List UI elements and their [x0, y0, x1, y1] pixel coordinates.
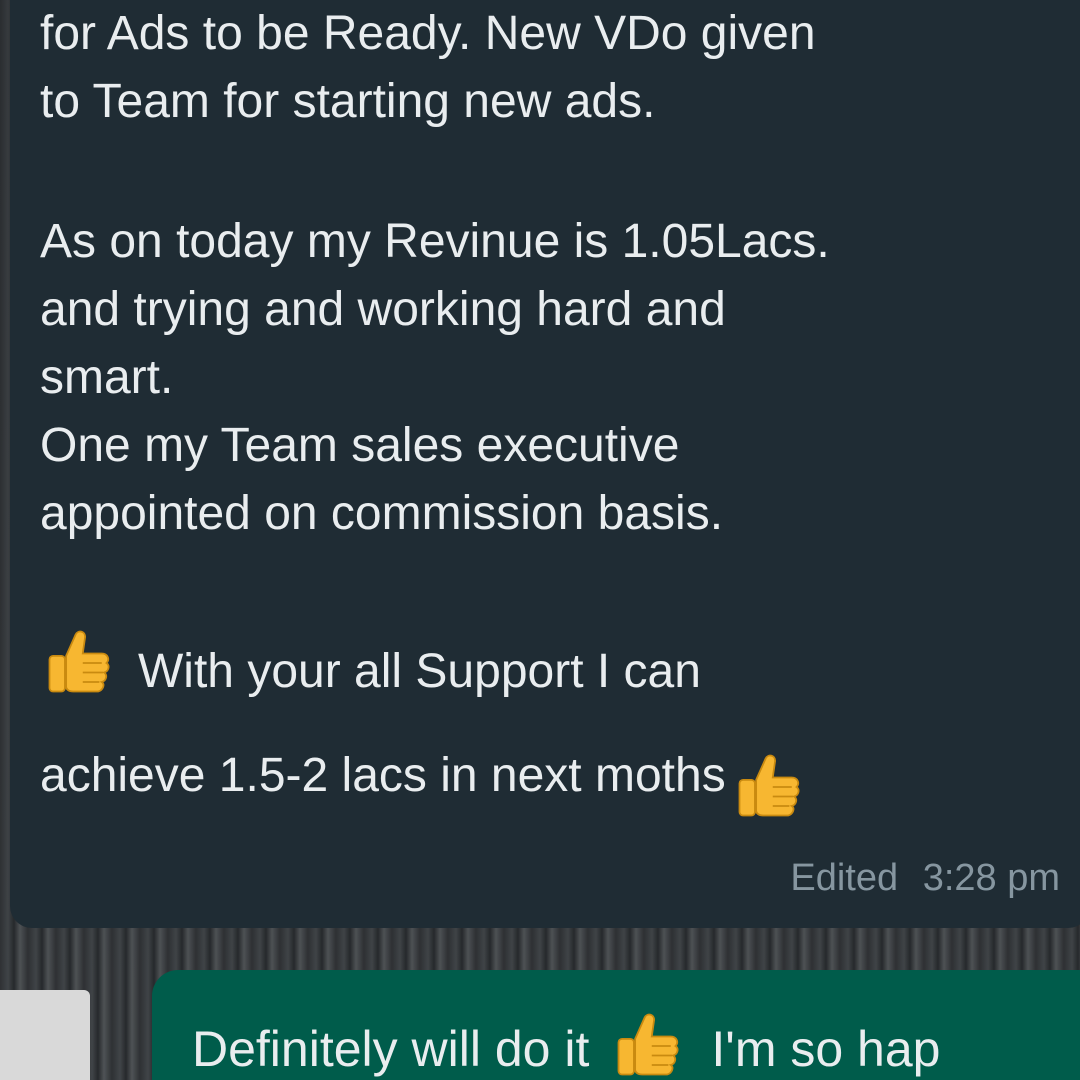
incoming-message-bubble[interactable]: for Ads to be Ready. New VDo given to Te…	[10, 0, 1080, 928]
thumbs-up-icon	[609, 1008, 685, 1080]
thumbs-up-icon	[730, 749, 806, 825]
message-meta: Edited 3:28 pm	[790, 844, 1060, 912]
message-line: As on today my Revinue is 1.05Lacs.	[40, 215, 830, 268]
message-text: I'm so hap	[711, 1021, 941, 1077]
message-line: for Ads to be Ready. New VDo given	[40, 7, 816, 60]
message-line: One my Team sales executive	[40, 419, 680, 472]
message-line: smart.	[40, 351, 174, 404]
message-timestamp: 3:28 pm	[922, 857, 1060, 899]
message-text: Definitely will do it	[192, 1021, 590, 1077]
message-line-with-emoji: achieve 1.5-2 lacs in next moths	[40, 724, 1060, 828]
message-line: to Team for starting new ads.	[40, 75, 656, 128]
message-line: achieve 1.5-2 lacs in next moths	[40, 749, 726, 802]
edited-label: Edited	[790, 857, 899, 899]
wallpaper-paper-fragment	[0, 990, 90, 1080]
thumbs-up-icon	[40, 625, 116, 701]
message-line: With your all Support I can	[138, 645, 701, 698]
message-line-with-emoji: With your all Support I can	[40, 620, 1060, 724]
message-line: appointed on commission basis.	[40, 487, 724, 540]
outgoing-message-bubble[interactable]: Definitely will do it I'm so hap	[152, 970, 1080, 1080]
message-line: and trying and working hard and	[40, 283, 726, 336]
